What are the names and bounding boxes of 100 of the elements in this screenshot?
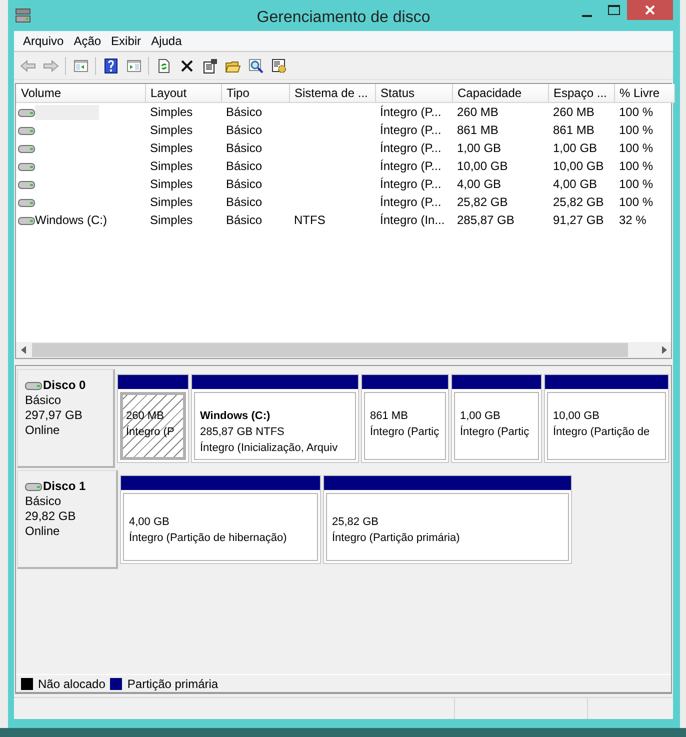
table-row[interactable]: Simples Básico Íntegro (P... 260 MB 260 MB 100 % — [16, 102, 674, 121]
table-cell: Simples — [150, 177, 193, 191]
column-header[interactable]: Volume — [16, 84, 145, 102]
table-cell: 1,00 GB — [553, 141, 598, 155]
disk-info: Básico — [25, 494, 62, 509]
table-cell: NTFS — [294, 213, 326, 227]
volume-name[interactable]: Windows (C:) — [35, 213, 108, 228]
partition-info: 10,00 GB — [553, 409, 600, 424]
partition-block[interactable]: 1,00 GB Íntegro (Partiç — [451, 374, 542, 463]
table-cell: 32 % — [619, 213, 646, 227]
table-cell: Simples — [150, 141, 193, 155]
window-title: Gerenciamento de disco — [256, 8, 430, 28]
table-row[interactable]: Windows (C:) Simples Básico NTFS Íntegro (In... 285,87 GB 91,27 GB 32 % — [16, 211, 674, 229]
table-cell: Íntegro (P... — [380, 123, 442, 137]
table-row[interactable]: Simples Básico Íntegro (P... 25,82 GB 25,82 GB 100 % — [16, 193, 674, 211]
disk-label[interactable]: Disco 0 Básico 297,97 GB Online — [17, 369, 115, 468]
table-cell: Básico — [226, 195, 262, 209]
partition-info: Íntegro (P — [126, 424, 174, 440]
disk-info: Online — [25, 423, 61, 438]
partition-info: Íntegro (Partição primária) — [332, 530, 460, 546]
scrollbar-thumb[interactable] — [32, 343, 628, 357]
table-cell: Básico — [226, 159, 262, 173]
column-header[interactable]: Sistema de ... — [289, 84, 375, 102]
volume-icon — [18, 108, 35, 118]
disk-label[interactable]: Disco 1 Básico 29,82 GB Online — [17, 470, 118, 569]
partition-info: Íntegro (Partição de — [553, 424, 650, 440]
partition-block[interactable]: 861 MB Íntegro (Partiç — [361, 374, 449, 463]
table-row[interactable]: Simples Básico Íntegro (P... 861 MB 861 MB 100 % — [16, 121, 674, 139]
table-cell: Simples — [150, 105, 193, 119]
partition-info: 25,82 GB — [332, 515, 378, 530]
column-header[interactable]: Status — [375, 84, 452, 102]
partition-block[interactable]: 4,00 GB Íntegro (Partição de hibernação) — [120, 475, 321, 564]
column-header[interactable]: % Livre — [614, 84, 674, 102]
table-cell: 10,00 GB — [553, 159, 604, 173]
menu-item[interactable]: Arquivo — [18, 32, 69, 50]
volume-icon — [18, 180, 35, 190]
disk-info: Online — [25, 524, 61, 539]
partition-info: 285,87 GB NTFS — [200, 425, 284, 440]
table-cell: 1,00 GB — [457, 141, 502, 155]
menu-item[interactable]: Ação — [68, 32, 106, 50]
table-cell: 10,00 GB — [457, 159, 508, 173]
table-cell: Básico — [226, 105, 262, 119]
table-cell: Simples — [150, 195, 193, 209]
menu-item[interactable]: Ajuda — [146, 32, 187, 50]
table-cell: 100 % — [619, 123, 654, 137]
table-cell: 285,87 GB — [457, 213, 514, 227]
volume-icon — [18, 198, 35, 208]
table-cell: Simples — [150, 213, 193, 227]
disk-name: Disco 0 — [43, 378, 86, 393]
partition-info: 4,00 GB — [129, 515, 170, 530]
legend-label: Não alocado — [38, 676, 106, 692]
table-cell: Básico — [226, 177, 262, 191]
scroll-left-icon[interactable] — [20, 346, 26, 354]
close-button[interactable] — [627, 0, 673, 20]
partition-info: Íntegro (Partiç — [370, 424, 440, 440]
horizontal-scrollbar[interactable] — [16, 342, 671, 358]
disk-manager-icon — [15, 8, 31, 23]
table-cell: Básico — [226, 123, 262, 137]
volume-icon — [18, 126, 35, 136]
table-cell: Básico — [226, 213, 262, 227]
scroll-right-icon[interactable] — [662, 346, 666, 354]
disk-info: 29,82 GB — [25, 509, 77, 524]
table-cell: 4,00 GB — [457, 177, 502, 191]
table-cell: 100 % — [619, 177, 654, 191]
column-header[interactable]: Capacidade — [452, 84, 548, 102]
table-cell: 861 MB — [553, 123, 594, 137]
partition-info: Íntegro (Inicialização, Arquiv — [200, 440, 338, 456]
table-row[interactable]: Simples Básico Íntegro (P... 4,00 GB 4,00 GB 100 % — [16, 175, 674, 193]
table-cell: 25,82 GB — [457, 195, 508, 209]
disk-info: 297,97 GB — [25, 408, 84, 423]
menu-item[interactable]: Exibir — [106, 32, 146, 50]
table-cell: 25,82 GB — [553, 195, 604, 209]
table-cell: Simples — [150, 123, 193, 137]
column-header[interactable]: Tipo — [221, 84, 289, 102]
volume-icon — [18, 144, 35, 154]
partition-info: Íntegro (Partição de hibernação) — [129, 530, 287, 546]
table-cell: Íntegro (P... — [380, 141, 442, 155]
table-cell: 4,00 GB — [553, 177, 598, 191]
table-cell: 100 % — [619, 105, 654, 119]
legend-label: Partição primária — [127, 676, 218, 692]
disk-info: Básico — [25, 393, 62, 408]
partition-block[interactable]: 10,00 GB Íntegro (Partição de — [544, 374, 669, 463]
partition-info: 861 MB — [370, 409, 408, 424]
column-header[interactable]: Layout — [145, 84, 221, 102]
table-cell: Íntegro (P... — [380, 195, 442, 209]
table-cell: 91,27 GB — [553, 213, 604, 227]
table-cell: 100 % — [619, 141, 654, 155]
partition-block[interactable]: 260 MB Íntegro (P — [117, 374, 189, 463]
column-header[interactable]: Espaço ... — [548, 84, 614, 102]
table-cell: Íntegro (P... — [380, 105, 442, 119]
table-cell: Íntegro (P... — [380, 159, 442, 173]
minimize-icon — [582, 15, 592, 17]
table-cell: Simples — [150, 159, 193, 173]
volume-icon — [18, 162, 35, 172]
partition-info: Íntegro (Partiç — [460, 424, 530, 440]
table-row[interactable]: Simples Básico Íntegro (P... 1,00 GB 1,00 GB 100 % — [16, 139, 674, 157]
partition-block[interactable]: 25,82 GB Íntegro (Partição primária) — [323, 475, 572, 564]
partition-block[interactable]: Windows (C:) 285,87 GB NTFS Íntegro (Inicialização, Arquiv — [191, 374, 359, 463]
partition-info: 1,00 GB — [460, 409, 500, 424]
table-row[interactable]: Simples Básico Íntegro (P... 10,00 GB 10,00 GB 100 % — [16, 157, 674, 175]
